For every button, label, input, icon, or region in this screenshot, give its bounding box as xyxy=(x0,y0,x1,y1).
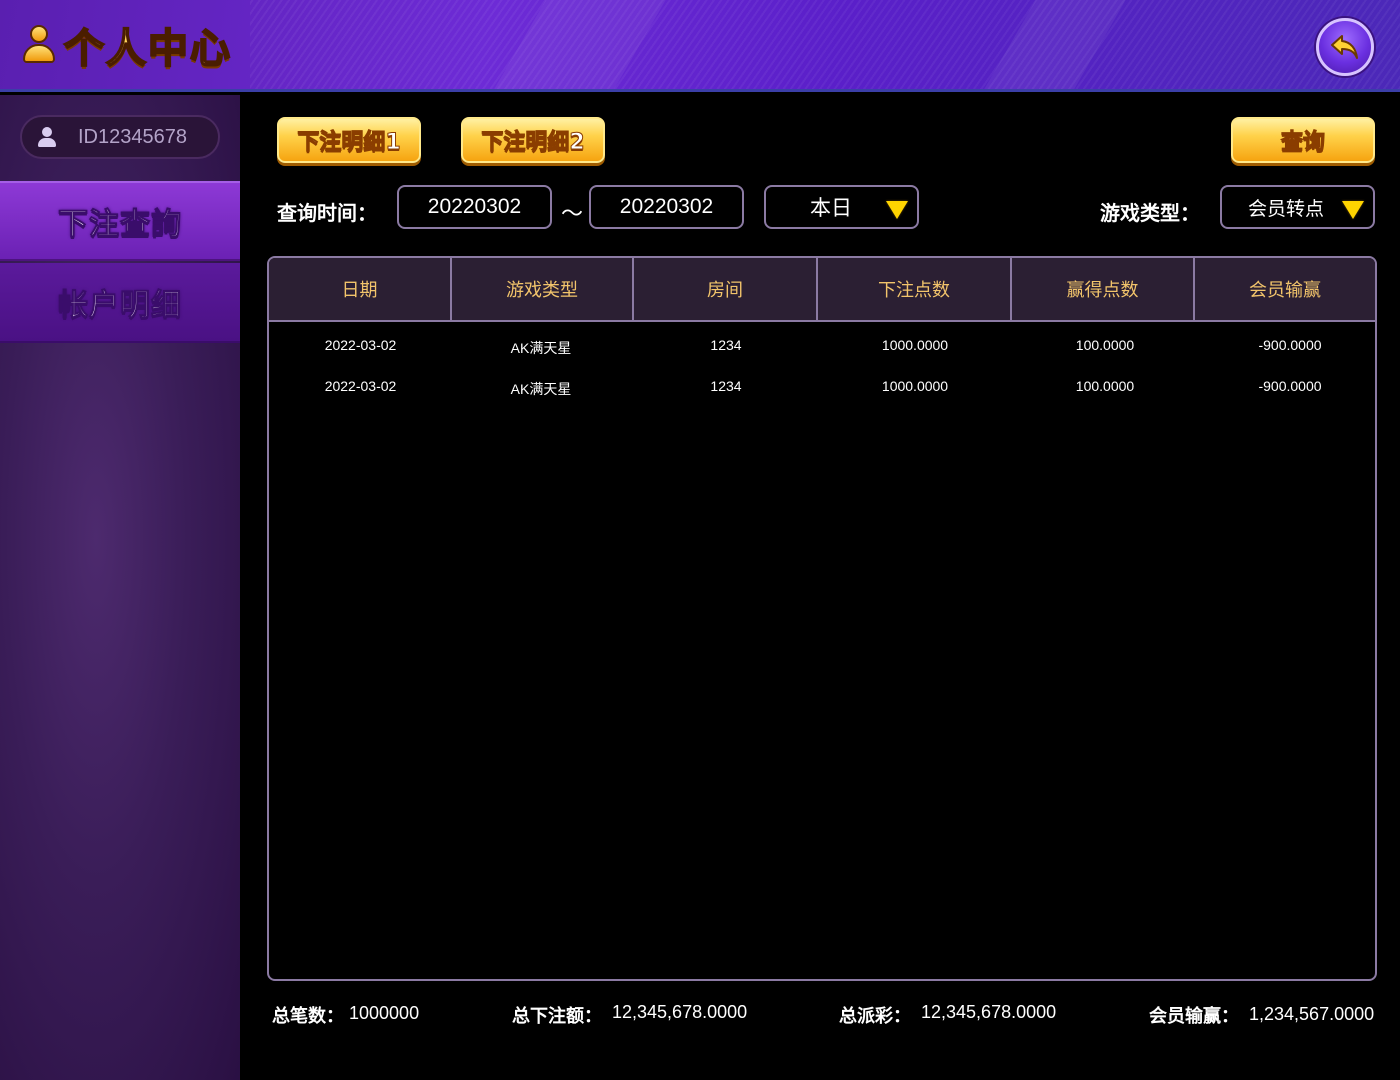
tab-label: 下注明细2 xyxy=(481,130,585,156)
cell-win-points: 100.0000 xyxy=(1075,337,1135,353)
end-date-value: 20220302 xyxy=(619,195,714,218)
sidebar: ID12345678 下注查詢 帐户明细 xyxy=(0,95,240,1080)
cell-date: 2022-03-02 xyxy=(324,337,397,353)
total-payout-label: 总派彩： xyxy=(839,1006,911,1027)
cell-bet-points: 1000.0000 xyxy=(881,337,949,353)
query-time-label: 查询时间： xyxy=(277,201,377,225)
user-icon xyxy=(22,25,56,65)
header-hatch-decoration xyxy=(250,0,1400,89)
cell-win-points: 100.0000 xyxy=(1075,378,1135,394)
back-button[interactable] xyxy=(1316,18,1374,76)
cell-room: 1234 xyxy=(710,337,742,353)
table-header: 日期 游戏类型 房间 下注点数 赢得点数 会员输赢 xyxy=(269,258,1375,322)
header-bar: 个人中心 xyxy=(0,0,1400,92)
page-title-text: 个人中心 xyxy=(63,25,232,73)
column-header-date: 日期 xyxy=(269,258,452,320)
total-count-label: 总笔数： xyxy=(272,1006,344,1027)
query-button[interactable]: 查询 xyxy=(1231,117,1375,163)
back-arrow-icon xyxy=(1331,35,1358,59)
column-header-member-win-loss: 会员输赢 xyxy=(1249,280,1321,301)
sidebar-item-label: 下注查詢 xyxy=(58,207,182,243)
end-date-field[interactable]: 20220302 xyxy=(589,185,744,229)
total-bet-label: 总下注额： xyxy=(512,1006,602,1027)
user-id-text: ID12345678 xyxy=(78,125,187,148)
cell-bet-points: 1000.0000 xyxy=(881,378,949,394)
dropdown-arrow-icon xyxy=(886,201,908,219)
cell-member-win-loss: -900.0000 xyxy=(1258,378,1322,394)
tab-bet-detail-1[interactable]: 下注明细1 xyxy=(277,117,421,163)
game-type-select[interactable]: 会员转点 xyxy=(1220,185,1375,229)
cell-room: 1234 xyxy=(710,378,742,394)
cell-game-type: AK满天星 xyxy=(510,381,572,397)
game-type-label: 游戏类型： xyxy=(1100,201,1200,225)
start-date-value: 20220302 xyxy=(427,195,522,218)
total-payout-value: 12,345,678.0000 xyxy=(921,1002,1057,1022)
user-icon xyxy=(38,127,56,147)
date-separator: ～ xyxy=(561,202,584,227)
cell-date: 2022-03-02 xyxy=(324,378,397,394)
cell-game-type: AK满天星 xyxy=(510,340,572,356)
game-type-value: 会员转点 xyxy=(1248,198,1325,220)
total-bet-value: 12,345,678.0000 xyxy=(612,1002,748,1022)
start-date-field[interactable]: 20220302 xyxy=(397,185,552,229)
sidebar-item-bet-query[interactable]: 下注查詢 xyxy=(0,181,240,261)
tab-label: 下注明细1 xyxy=(297,130,401,156)
total-count-value: 1000000 xyxy=(349,1003,420,1023)
query-button-label: 查询 xyxy=(1280,130,1325,156)
date-range-select[interactable]: 本日 xyxy=(764,185,919,229)
member-win-loss-label: 会员输赢： xyxy=(1149,1006,1239,1027)
sidebar-item-account-detail[interactable]: 帐户明细 xyxy=(0,263,240,343)
bet-records-table: 日期 游戏类型 房间 下注点数 赢得点数 会员输赢 2022-03-02 AK满… xyxy=(267,256,1377,981)
cell-member-win-loss: -900.0000 xyxy=(1258,337,1322,353)
column-header-bet-points: 下注点数 xyxy=(818,258,1012,320)
date-range-value: 本日 xyxy=(810,197,852,220)
column-header-game-type: 游戏类型 xyxy=(452,258,634,320)
page-title: 个人中心 xyxy=(22,22,232,73)
user-id-badge: ID12345678 xyxy=(20,115,220,159)
column-header-room: 房间 xyxy=(634,258,818,320)
member-win-loss-value: 1,234,567.0000 xyxy=(1249,1004,1375,1024)
dropdown-arrow-icon xyxy=(1342,201,1364,219)
tab-bet-detail-2[interactable]: 下注明细2 xyxy=(461,117,605,163)
sidebar-item-label: 帐户明细 xyxy=(58,288,182,324)
column-header-win-points: 赢得点数 xyxy=(1012,258,1195,320)
